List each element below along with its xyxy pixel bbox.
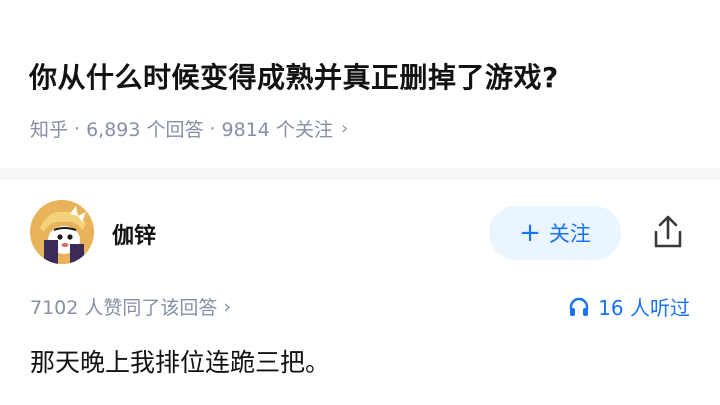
vote-count: 7102 人赞同了该回答	[30, 297, 218, 319]
listen-count[interactable]: 16 人听过	[568, 292, 690, 321]
chevron-right-icon: ›	[340, 118, 349, 139]
source-label: 知乎	[30, 119, 69, 141]
question-header[interactable]: 你从什么时候变得成熟并真正删掉了游戏? 知乎 · 6,893 个回答 · 981…	[0, 0, 720, 168]
answer-text[interactable]: 那天晚上我排位连跪三把。	[30, 343, 330, 379]
headphones-icon	[569, 297, 589, 316]
answer-count: 6,893 个回答	[86, 119, 204, 141]
meta-separator: ·	[209, 117, 216, 140]
vote-summary[interactable]: 7102 人赞同了该回答 ›	[30, 293, 231, 320]
section-divider	[0, 168, 720, 180]
share-button[interactable]	[648, 212, 688, 252]
listen-label: 16 人听过	[598, 296, 690, 320]
answer-card: 伽锌 + 关注 7102 人赞同了该回答 › 16 人听过 那天晚上我排位连跪三…	[0, 180, 720, 405]
question-title[interactable]: 你从什么时候变得成熟并真正删掉了游戏?	[29, 56, 559, 96]
cartoon-avatar-icon	[30, 200, 94, 264]
question-meta[interactable]: 知乎 · 6,893 个回答 · 9814 个关注 ›	[30, 115, 348, 142]
share-icon	[654, 215, 682, 248]
follow-label: 关注	[548, 222, 591, 246]
author-name[interactable]: 伽锌	[112, 218, 156, 250]
chevron-right-icon: ›	[223, 295, 232, 318]
follower-count: 9814 个关注	[221, 119, 333, 141]
avatar[interactable]	[30, 200, 94, 264]
zhihu-answer-page: 你从什么时候变得成熟并真正删掉了游戏? 知乎 · 6,893 个回答 · 981…	[0, 0, 720, 405]
meta-separator: ·	[74, 117, 81, 140]
follow-button[interactable]: + 关注	[489, 206, 621, 260]
plus-icon: +	[519, 218, 541, 248]
